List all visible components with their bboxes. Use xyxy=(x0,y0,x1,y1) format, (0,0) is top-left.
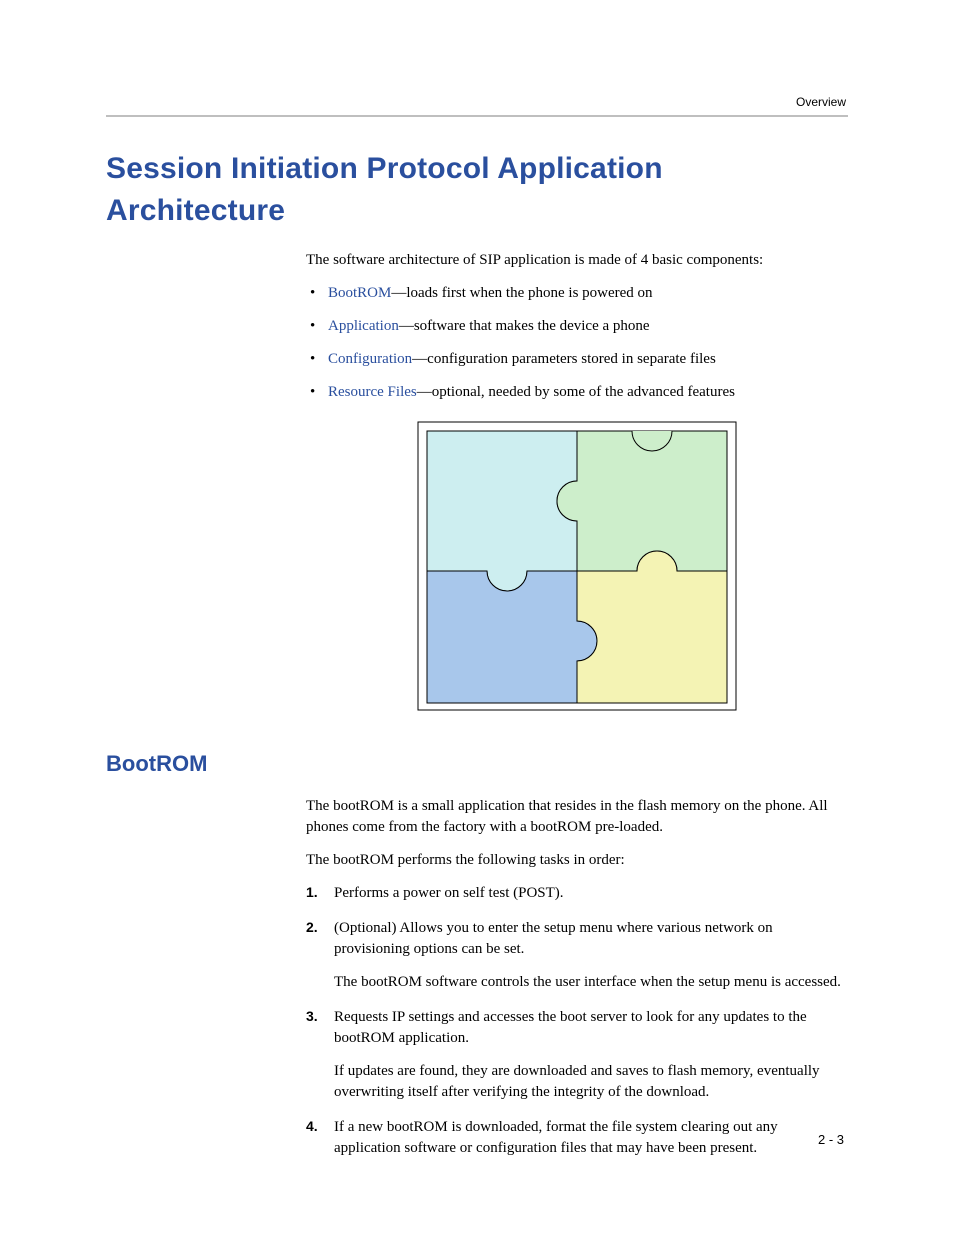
puzzle-diagram xyxy=(417,421,737,713)
step-number: 3. xyxy=(306,1007,318,1027)
step-item: 4. If a new bootROM is downloaded, forma… xyxy=(306,1117,848,1159)
steps-list: 1. Performs a power on self test (POST).… xyxy=(306,883,848,1159)
list-item: Configuration—configuration parameters s… xyxy=(306,349,848,370)
step-number: 2. xyxy=(306,918,318,938)
step-text: If updates are found, they are downloade… xyxy=(334,1061,848,1103)
step-text: (Optional) Allows you to enter the setup… xyxy=(334,918,848,960)
step-item: 3. Requests IP settings and accesses the… xyxy=(306,1007,848,1103)
paragraph: The bootROM is a small application that … xyxy=(306,796,848,838)
list-item-text: —configuration parameters stored in sepa… xyxy=(412,351,716,367)
intro-paragraph: The software architecture of SIP applica… xyxy=(306,250,848,271)
running-head: Overview xyxy=(796,94,846,111)
page: Overview Session Initiation Protocol App… xyxy=(0,0,954,1235)
step-number: 4. xyxy=(306,1117,318,1137)
puzzle-icon xyxy=(417,421,737,713)
subsection-title: BootROM xyxy=(106,749,848,780)
link-bootrom[interactable]: BootROM xyxy=(328,285,391,301)
link-resource-files[interactable]: Resource Files xyxy=(328,384,417,400)
page-number: 2 - 3 xyxy=(818,1131,844,1149)
subsection-body: The bootROM is a small application that … xyxy=(306,796,848,1159)
list-item-text: —loads first when the phone is powered o… xyxy=(391,285,652,301)
link-configuration[interactable]: Configuration xyxy=(328,351,412,367)
step-text: Requests IP settings and accesses the bo… xyxy=(334,1007,848,1049)
paragraph: The bootROM performs the following tasks… xyxy=(306,850,848,871)
list-item: BootROM—loads first when the phone is po… xyxy=(306,283,848,304)
list-item: Application—software that makes the devi… xyxy=(306,316,848,337)
component-list: BootROM—loads first when the phone is po… xyxy=(306,283,848,403)
list-item: Resource Files—optional, needed by some … xyxy=(306,382,848,403)
list-item-text: —optional, needed by some of the advance… xyxy=(417,384,735,400)
intro-block: The software architecture of SIP applica… xyxy=(306,250,848,713)
list-item-text: —software that makes the device a phone xyxy=(399,318,650,334)
header-rule xyxy=(106,115,848,117)
link-application[interactable]: Application xyxy=(328,318,399,334)
step-text: If a new bootROM is downloaded, format t… xyxy=(334,1117,848,1159)
page-title: Session Initiation Protocol Application … xyxy=(106,148,848,232)
step-number: 1. xyxy=(306,883,318,903)
step-item: 2. (Optional) Allows you to enter the se… xyxy=(306,918,848,993)
step-text: Performs a power on self test (POST). xyxy=(334,883,848,904)
step-text: The bootROM software controls the user i… xyxy=(334,972,848,993)
step-item: 1. Performs a power on self test (POST). xyxy=(306,883,848,904)
